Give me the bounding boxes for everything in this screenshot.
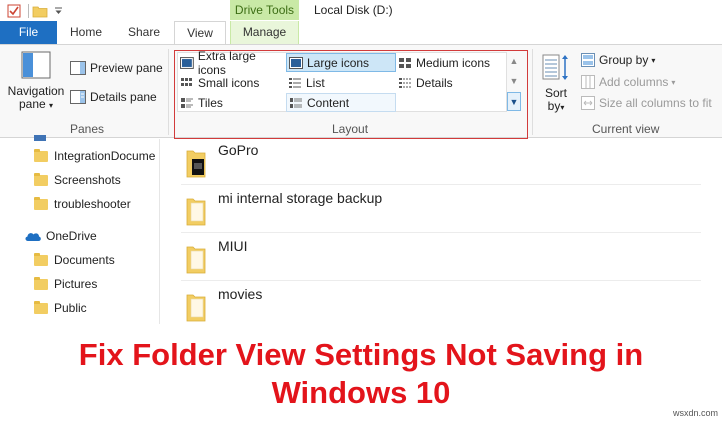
folder-icon [186, 198, 206, 226]
group-divider [168, 49, 169, 135]
panes-group-label: Panes [70, 122, 105, 136]
preview-pane-label: Preview pane [90, 61, 163, 75]
list-item[interactable]: movies [181, 283, 701, 329]
current-view-group-label: Current view [592, 122, 660, 136]
navigation-pane-icon [21, 51, 51, 79]
nav-item-pictures[interactable]: Pictures [34, 274, 97, 294]
nav-item-label: IntegrationDocume [54, 149, 156, 163]
folder-icon [34, 196, 48, 210]
navigation-pane: IntegrationDocume Screenshots troublesho… [0, 135, 160, 324]
nav-item-label: OneDrive [46, 229, 97, 243]
watermark: wsxdn.com [672, 408, 718, 418]
list-item[interactable]: MIUI [181, 235, 701, 281]
size-columns-label: Size all columns to fit [599, 96, 712, 110]
ribbon-tabs: File Home Share View Manage [0, 20, 722, 44]
layout-highlight-box [174, 50, 528, 139]
headline-line1: Fix Folder View Settings Not Saving in [78, 337, 644, 372]
properties-icon[interactable] [6, 3, 22, 19]
onedrive-cloud-icon [25, 233, 41, 241]
partial-drive-icon [34, 135, 46, 141]
tab-share[interactable]: Share [120, 21, 168, 44]
file-name: GoPro [218, 142, 259, 158]
sort-by-button[interactable]: Sort by▾ [541, 53, 571, 123]
nav-item-onedrive[interactable]: OneDrive [24, 226, 97, 246]
article-headline: Fix Folder View Settings Not Saving in W… [0, 336, 722, 412]
folder-icon [34, 300, 48, 314]
nav-item-label: troubleshooter [54, 197, 131, 211]
file-name: mi internal storage backup [218, 190, 383, 206]
nav-item-label: Pictures [54, 277, 98, 291]
navigation-pane-label: Navigation pane ▾ [8, 85, 65, 112]
nav-item-troubleshooter[interactable]: troubleshooter [34, 194, 131, 214]
add-columns-icon [581, 75, 595, 89]
nav-item-screenshots[interactable]: Screenshots [34, 170, 121, 190]
navigation-pane-label-line1: Navigation [7, 84, 65, 98]
tab-view[interactable]: View [174, 21, 226, 44]
window-title: Local Disk (D:) [314, 3, 393, 17]
nav-item-integrationdocume[interactable]: IntegrationDocume [34, 146, 155, 166]
dropdown-arrow-icon: ▾ [49, 101, 54, 110]
dropdown-arrow-icon: ▾ [671, 77, 676, 87]
add-columns-label: Add columns [599, 75, 669, 89]
folder-icon [34, 276, 48, 290]
file-list: GoPro mi internal storage backup MIUI mo… [161, 139, 722, 324]
nav-item-public[interactable]: Public [34, 298, 87, 318]
list-item[interactable]: GoPro [181, 139, 701, 185]
drive-tools-label: Drive Tools [230, 0, 299, 20]
details-pane-button[interactable]: Details pane [70, 90, 157, 104]
nav-item-label: Documents [54, 253, 115, 267]
quick-access-divider [28, 4, 29, 18]
navigation-pane-button[interactable]: Navigation pane ▾ [8, 51, 64, 121]
dropdown-arrow-icon: ▾ [560, 103, 565, 112]
sort-by-label-line1: Sort [544, 86, 567, 100]
folder-icon [34, 148, 48, 162]
sort-by-label: Sort by▾ [545, 87, 567, 114]
dropdown-arrow-icon: ▾ [651, 55, 656, 65]
nav-item-documents[interactable]: Documents [34, 250, 115, 270]
tab-manage[interactable]: Manage [230, 21, 299, 44]
new-folder-icon[interactable] [32, 3, 48, 19]
headline-line2: Windows 10 [271, 375, 451, 410]
folder-icon [186, 246, 206, 274]
size-all-columns-button[interactable]: Size all columns to fit [581, 96, 712, 110]
tab-home[interactable]: Home [62, 21, 110, 44]
preview-pane-icon [70, 61, 86, 75]
navigation-pane-label-line2: pane [18, 97, 46, 111]
size-columns-icon [581, 96, 595, 110]
file-name: MIUI [218, 238, 248, 254]
sort-by-icon [542, 54, 568, 80]
list-item[interactable]: mi internal storage backup [181, 187, 701, 233]
nav-item-label: Screenshots [54, 173, 121, 187]
details-pane-icon [70, 90, 86, 104]
folder-icon [186, 150, 206, 178]
details-pane-label: Details pane [90, 90, 157, 104]
add-columns-button[interactable]: Add columns ▾ [581, 75, 675, 89]
title-bar: Drive Tools Local Disk (D:) [0, 0, 722, 22]
group-divider [532, 49, 533, 135]
group-by-label: Group by [599, 53, 649, 67]
tab-file[interactable]: File [0, 21, 57, 44]
nav-item-label: Public [54, 301, 87, 315]
group-by-icon [581, 53, 595, 67]
file-name: movies [218, 286, 263, 302]
sort-by-label-line2: by [547, 99, 561, 113]
customize-quick-access-icon[interactable] [52, 3, 64, 19]
group-by-button[interactable]: Group by ▾ [581, 53, 655, 67]
folder-icon [186, 294, 206, 322]
folder-icon [34, 172, 48, 186]
folder-icon [34, 252, 48, 266]
preview-pane-button[interactable]: Preview pane [70, 61, 163, 75]
